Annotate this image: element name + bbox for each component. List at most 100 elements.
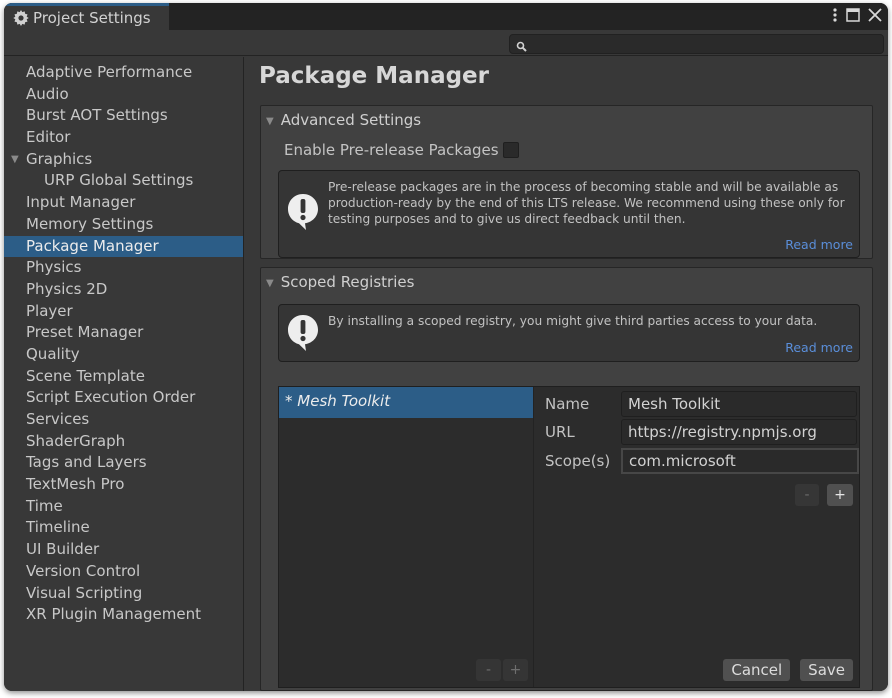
project-settings-window: Project Settings Adaptive Performance Aud… (4, 3, 888, 691)
sidebar-item-label: TextMesh Pro (26, 475, 125, 494)
sidebar-item-label: Timeline (26, 518, 90, 537)
search-box[interactable] (509, 34, 884, 54)
sidebar-item-label: Tags and Layers (26, 453, 147, 472)
sidebar-item-editor[interactable]: Editor (4, 127, 243, 149)
advanced-settings-section: ▼ Advanced Settings Enable Pre-release P… (260, 105, 873, 259)
sidebar-item-services[interactable]: Services (4, 409, 243, 431)
save-button[interactable]: Save (800, 659, 853, 681)
gear-icon (13, 10, 29, 26)
sidebar-item-label: ShaderGraph (26, 431, 126, 450)
sidebar-item-package-manager[interactable]: Package Manager (4, 235, 243, 258)
help-text: Pre-release packages are in the process … (328, 180, 845, 227)
section-title: Scoped Registries (280, 273, 415, 291)
sidebar-item-label: Quality (26, 344, 80, 363)
scoped-registries-section: ▼ Scoped Registries By installing a scop… (260, 267, 873, 691)
sidebar-item-memory-settings[interactable]: Memory Settings (4, 214, 243, 236)
advanced-settings-foldout[interactable]: ▼ Advanced Settings (266, 111, 421, 129)
sidebar-item-label: Editor (26, 128, 71, 147)
sidebar-item-label: UI Builder (26, 540, 100, 559)
sidebar-item-label: Memory Settings (26, 214, 154, 233)
sidebar-item-label: Graphics (26, 149, 93, 168)
sidebar-item-adaptive-performance[interactable]: Adaptive Performance (4, 62, 243, 84)
sidebar-item-label: Adaptive Performance (26, 63, 193, 81)
title-bar: Project Settings (4, 3, 888, 30)
sidebar-item-label: Scene Template (26, 366, 145, 385)
sidebar-item-timeline[interactable]: Timeline (4, 517, 243, 539)
warning-icon (287, 193, 319, 231)
sidebar-item-label: URP Global Settings (44, 171, 194, 190)
page-title: Package Manager (259, 63, 489, 89)
foldout-arrow-icon: ▼ (266, 277, 274, 289)
prerelease-checkbox[interactable] (502, 142, 519, 158)
sidebar-item-player[interactable]: Player (4, 301, 243, 323)
prerelease-label: Enable Pre-release Packages (284, 141, 499, 159)
maximize-icon[interactable] (846, 8, 860, 22)
sidebar-item-burst-aot-settings[interactable]: Burst AOT Settings (4, 105, 243, 127)
more-options-icon[interactable] (832, 7, 838, 23)
sidebar-item-visual-scripting[interactable]: Visual Scripting (4, 583, 243, 605)
url-field[interactable] (621, 419, 857, 445)
window-title: Project Settings (33, 9, 151, 27)
section-title: Advanced Settings (280, 111, 422, 129)
toolbar (4, 30, 888, 56)
sidebar-item-input-manager[interactable]: Input Manager (4, 192, 243, 214)
sidebar-item-label: Physics 2D (26, 279, 108, 298)
sidebar-item-ui-builder[interactable]: UI Builder (4, 539, 243, 561)
sidebar-item-script-execution-order[interactable]: Script Execution Order (4, 387, 243, 409)
scoped-help-box: By installing a scoped registry, you mig… (278, 304, 860, 362)
sidebar-item-xr-plugin-management[interactable]: XR Plugin Management (4, 604, 243, 626)
window-tab[interactable]: Project Settings (4, 3, 169, 30)
scoped-registries-foldout[interactable]: ▼ Scoped Registries (266, 273, 414, 291)
close-icon[interactable] (868, 8, 882, 22)
sidebar-item-version-control[interactable]: Version Control (4, 561, 243, 583)
sidebar-item-label: Burst AOT Settings (26, 106, 168, 125)
add-registry-button[interactable]: + (503, 659, 528, 681)
remove-registry-button[interactable]: - (476, 659, 501, 681)
sidebar-item-audio[interactable]: Audio (4, 84, 243, 106)
sidebar-item-textmesh-pro[interactable]: TextMesh Pro (4, 474, 243, 496)
sidebar-item-label: Time (26, 496, 63, 515)
search-icon (516, 38, 528, 52)
sidebar-item-label: Physics (26, 258, 82, 277)
help-text: By installing a scoped registry, you mig… (328, 314, 818, 328)
registries-panel: * Mesh Toolkit - + Name URL (278, 386, 860, 688)
registry-list: * Mesh Toolkit - + (279, 387, 534, 687)
sidebar-item-scene-template[interactable]: Scene Template (4, 366, 243, 388)
sidebar-item-label: Script Execution Order (26, 388, 196, 407)
settings-sidebar: Adaptive Performance Audio Burst AOT Setti… (4, 57, 244, 691)
sidebar-item-label: Visual Scripting (26, 583, 143, 602)
remove-scope-button[interactable]: - (795, 484, 819, 506)
name-label: Name (545, 395, 590, 413)
sidebar-item-shadergraph[interactable]: ShaderGraph (4, 431, 243, 453)
sidebar-item-time[interactable]: Time (4, 496, 243, 518)
foldout-arrow-icon: ▼ (266, 115, 274, 127)
scopes-label: Scope(s) (545, 452, 611, 470)
sidebar-item-label: Player (26, 301, 73, 320)
warning-icon (287, 314, 319, 352)
sidebar-item-physics-2d[interactable]: Physics 2D (4, 279, 243, 301)
scopes-field[interactable] (621, 448, 859, 474)
sidebar-item-graphics[interactable]: ▼ Graphics (4, 149, 243, 171)
sidebar-item-preset-manager[interactable]: Preset Manager (4, 322, 243, 344)
registry-list-item[interactable]: * Mesh Toolkit (279, 387, 533, 418)
read-more-link[interactable]: Read more (785, 340, 853, 355)
sidebar-item-quality[interactable]: Quality (4, 344, 243, 366)
prerelease-row: Enable Pre-release Packages (284, 141, 519, 159)
sidebar-item-label: Preset Manager (26, 323, 144, 342)
name-field[interactable] (621, 391, 857, 417)
expand-arrow-icon[interactable]: ▼ (11, 149, 19, 171)
sidebar-item-physics[interactable]: Physics (4, 257, 243, 279)
cancel-button[interactable]: Cancel (723, 659, 791, 681)
sidebar-item-label: Package Manager (26, 236, 159, 255)
search-input[interactable] (530, 35, 880, 53)
settings-content: Package Manager ▼ Advanced Settings Enab… (245, 57, 888, 691)
sidebar-item-urp-global-settings[interactable]: URP Global Settings (4, 170, 243, 192)
add-scope-button[interactable]: + (827, 484, 853, 506)
sidebar-item-label: Input Manager (26, 193, 136, 212)
sidebar-item-tags-and-layers[interactable]: Tags and Layers (4, 452, 243, 474)
url-label: URL (545, 423, 575, 441)
sidebar-item-label: XR Plugin Management (26, 605, 201, 624)
read-more-link[interactable]: Read more (785, 237, 853, 252)
sidebar-item-label: Version Control (26, 561, 141, 580)
sidebar-item-label: Services (26, 410, 90, 428)
